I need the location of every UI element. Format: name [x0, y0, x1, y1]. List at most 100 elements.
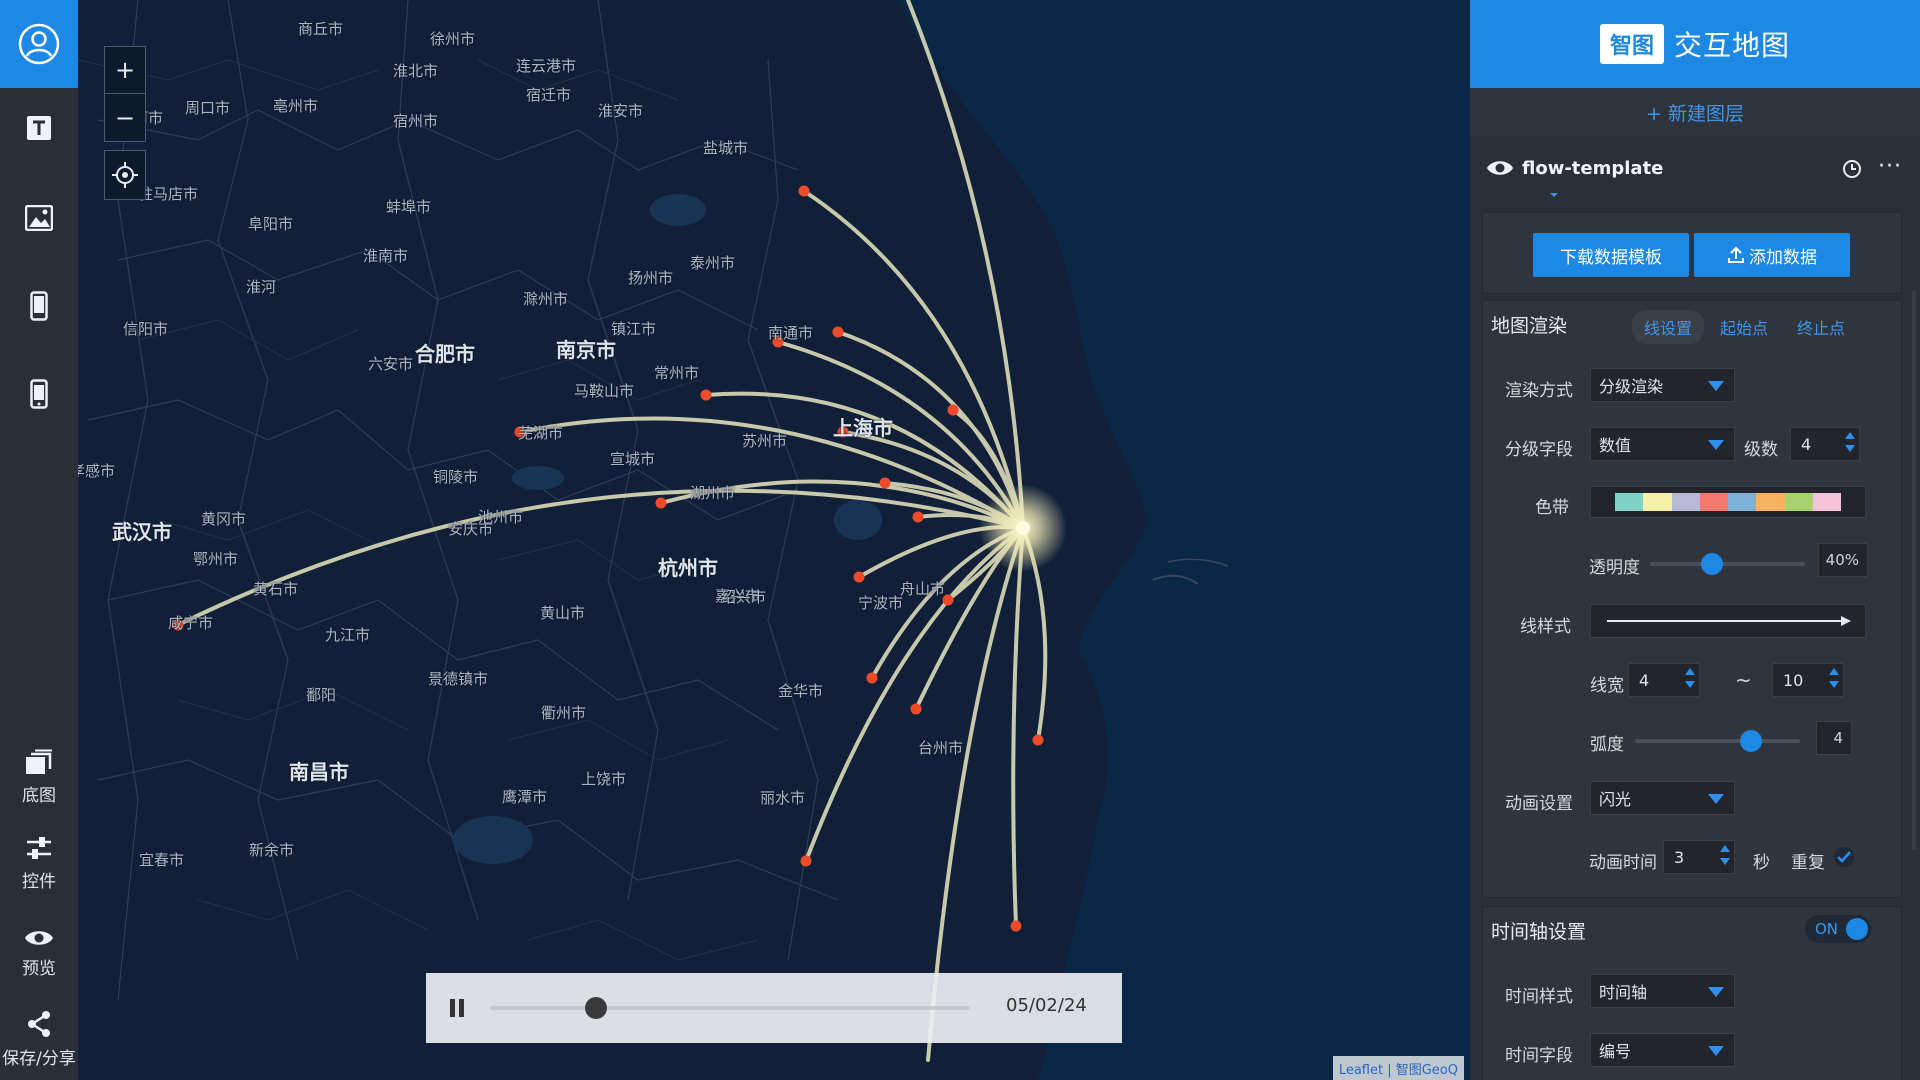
stepper-arrows[interactable]	[1720, 845, 1730, 865]
line-width-max-stepper[interactable]: 10	[1772, 663, 1844, 697]
render-section-title: 地图渲染	[1491, 315, 1568, 337]
city-label: 池州市	[478, 508, 524, 526]
phone-tool-button[interactable]	[0, 284, 78, 334]
city-label: 淮河	[246, 278, 277, 296]
city-label: 淮南市	[363, 247, 409, 265]
city-label: 泰州市	[690, 254, 736, 272]
map-view[interactable]: 商丘市徐州市连云港市淮北市宿迁市漯河市周口市亳州市宿州市淮安市盐城市驻马店市阜阳…	[78, 0, 1470, 1080]
panel-header: 智图 交互地图	[1470, 0, 1920, 88]
timeline-thumb[interactable]	[584, 997, 607, 1019]
basemap-button[interactable]: 底图	[0, 744, 78, 810]
timeline-track[interactable]	[490, 1006, 970, 1010]
brand-logo: 智图	[1599, 24, 1664, 64]
preview-button[interactable]: 预览	[0, 920, 78, 986]
more-options-button[interactable]: ···	[1878, 154, 1902, 179]
dropdown-caret-icon	[1708, 794, 1724, 804]
map-attribution[interactable]: Leaflet | 智图GeoQ	[1332, 1056, 1464, 1080]
city-label: 商丘市	[298, 20, 344, 38]
opacity-slider[interactable]	[1650, 553, 1805, 575]
render-mode-select[interactable]: 分级渲染	[1590, 368, 1735, 402]
zoom-in-button[interactable]: +	[105, 47, 145, 94]
clock-icon[interactable]	[1842, 159, 1862, 179]
city-label: 新余市	[249, 841, 295, 859]
time-style-select[interactable]: 时间轴	[1590, 974, 1735, 1008]
city-label: 常州市	[654, 364, 700, 382]
stepper-arrows[interactable]	[1685, 668, 1695, 688]
line-width-min-stepper[interactable]: 4	[1628, 663, 1700, 697]
city-label: 苏州市	[742, 432, 788, 450]
basemap-canvas	[78, 0, 1470, 1080]
visibility-eye-icon[interactable]	[1486, 158, 1514, 178]
city-label: 蚌埠市	[386, 198, 432, 216]
controls-label: 控件	[22, 871, 56, 892]
color-swatch	[1671, 493, 1700, 511]
crosshair-icon	[112, 162, 138, 188]
text-tool-button[interactable]	[0, 106, 78, 156]
sliders-icon	[27, 836, 51, 859]
stepper-down-icon	[1845, 445, 1855, 452]
stepper-arrows[interactable]	[1829, 668, 1839, 688]
class-field-select[interactable]: 数值	[1590, 427, 1735, 461]
stepper-up-icon	[1720, 845, 1730, 852]
levels-stepper[interactable]: 4	[1790, 427, 1860, 461]
city-label: 六安市	[368, 355, 414, 373]
city-label: 丽水市	[760, 789, 806, 807]
tab-start-point[interactable]: 起始点	[1720, 315, 1768, 339]
city-label: 黄石市	[253, 580, 299, 598]
add-data-button[interactable]: 添加数据	[1694, 233, 1850, 277]
download-template-button[interactable]: 下载数据模板	[1533, 233, 1689, 277]
opacity-slider-knob[interactable]	[1701, 553, 1723, 575]
repeat-checkbox[interactable]	[1834, 847, 1854, 867]
time-field-select[interactable]: 编号	[1590, 1033, 1735, 1067]
city-label: 徐州市	[430, 30, 476, 48]
mobile-icon	[30, 379, 48, 409]
image-icon	[25, 205, 53, 231]
city-label: 上饶市	[581, 770, 627, 788]
opacity-label: 透明度	[1589, 558, 1640, 578]
animation-value: 闪光	[1599, 790, 1632, 809]
city-label: 南京市	[556, 338, 616, 362]
animation-time-stepper[interactable]: 3	[1663, 840, 1735, 874]
stepper-arrows[interactable]	[1845, 432, 1855, 452]
time-style-label: 时间样式	[1505, 987, 1573, 1007]
color-ribbon-picker[interactable]	[1590, 486, 1866, 518]
upload-icon	[1728, 246, 1744, 263]
basemap-icon	[26, 749, 52, 774]
city-label: 杭州市	[658, 556, 718, 580]
save-share-label: 保存/分享	[2, 1048, 76, 1069]
arc-slider[interactable]	[1635, 730, 1800, 752]
image-tool-button[interactable]	[0, 196, 78, 246]
zoom-out-button[interactable]: −	[105, 94, 145, 141]
save-share-button[interactable]: 保存/分享	[0, 1006, 78, 1072]
city-label: 亳州市	[273, 97, 319, 115]
city-label: 盐城市	[703, 139, 749, 157]
arc-value[interactable]: 4	[1816, 721, 1852, 755]
city-label: 咸宁市	[168, 614, 214, 632]
tab-end-point[interactable]: 终止点	[1797, 315, 1845, 339]
city-label: 孝感市	[78, 462, 116, 480]
city-label: 淮安市	[598, 102, 644, 120]
timeline-toggle[interactable]: ON	[1805, 915, 1871, 943]
locate-button[interactable]	[104, 150, 146, 200]
city-label: 镇江市	[611, 320, 657, 338]
panel-scrollbar[interactable]	[1912, 290, 1916, 850]
layer-header: flow-template ···	[1470, 146, 1920, 192]
new-layer-button[interactable]: + 新建图层	[1470, 88, 1920, 136]
add-data-label: 添加数据	[1749, 247, 1817, 268]
city-label: 黄山市	[540, 604, 586, 622]
opacity-value[interactable]: 40%	[1818, 543, 1868, 577]
city-label: 上海市	[833, 416, 893, 440]
pause-button[interactable]	[450, 999, 468, 1017]
city-label: 宿迁市	[526, 86, 572, 104]
layer-expand-caret-icon[interactable]	[1550, 193, 1558, 197]
user-icon	[18, 23, 60, 65]
animation-select[interactable]: 闪光	[1590, 781, 1735, 815]
mobile-tool-button[interactable]	[0, 372, 78, 422]
controls-button[interactable]: 控件	[0, 830, 78, 896]
user-avatar-button[interactable]	[0, 0, 78, 88]
arc-slider-knob[interactable]	[1739, 730, 1762, 752]
city-label: 衢州市	[541, 704, 587, 722]
tab-line-settings[interactable]: 线设置	[1632, 310, 1705, 344]
line-style-select[interactable]	[1590, 604, 1866, 638]
line-width-separator: ~	[1735, 668, 1752, 692]
